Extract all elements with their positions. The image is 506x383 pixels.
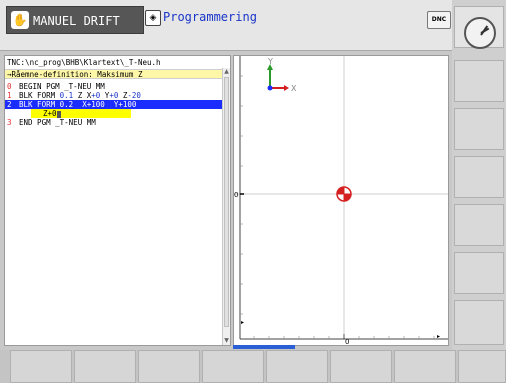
softkey-bottom-3[interactable] [138,350,200,383]
edit-diamond-icon: ◈ [145,10,161,26]
softkey-right-2[interactable] [454,108,504,150]
programming-mode-label[interactable]: Programmering [163,10,257,24]
ruler-zero-bottom: 0 [345,338,349,345]
ruler-zero-left: 0 [234,191,238,199]
softkey-bottom-8[interactable] [458,350,506,383]
program-line[interactable]: 1 BLK FORM 0.1 Z X+0 Y+0 Z-20 [5,91,224,100]
active-softkey-indicator [233,345,295,349]
bottom-softkey-bar [0,350,506,383]
softkey-bottom-2[interactable] [74,350,136,383]
scroll-down-icon[interactable]: ▼ [223,337,230,345]
clock-icon [464,17,496,49]
scroll-up-icon[interactable]: ▲ [223,68,230,76]
mode-label: MANUEL DRIFT [33,14,120,28]
program-line[interactable]: 0 BEGIN PGM _T-NEU MM [5,82,224,91]
program-lines: 0 BEGIN PGM _T-NEU MM 1 BLK FORM 0.1 Z X+0… [5,82,224,127]
svg-text:▸: ▸ [437,333,440,340]
right-softkey-column [452,0,506,350]
softkey-right-6[interactable] [454,300,504,345]
softkey-bottom-1[interactable] [10,350,72,383]
edit-input[interactable]: Z+0 [31,109,131,118]
softkey-bottom-5[interactable] [266,350,328,383]
edit-line[interactable]: Z+0 [5,109,224,118]
bottom-ruler-ticks [253,334,435,339]
program-line-selected[interactable]: 2 BLK FORM 0.2 X+100 Y+100 [5,100,224,109]
softkey-bottom-7[interactable] [394,350,456,383]
program-line[interactable]: 3 END PGM _T-NEU MM [5,118,224,127]
softkey-right-4[interactable] [454,204,504,246]
dnc-icon[interactable]: DNC [427,11,451,29]
axis-x-label: X [291,84,297,93]
softkey-bottom-4[interactable] [202,350,264,383]
softkey-right-1[interactable] [454,60,504,102]
mode-tab-manual[interactable]: ✋ MANUEL DRIFT [6,6,144,34]
graphic-canvas: 0 0 Y X ▸ ▸ [234,56,448,346]
vertical-scrollbar[interactable]: ▲ ▼ [222,68,230,345]
field-description: →Råemne-definition: Maksimum Z [5,69,224,79]
datum-marker-icon [336,186,352,202]
hand-icon: ✋ [11,11,29,29]
graphic-view[interactable]: 0 0 Y X ▸ ▸ [233,55,449,346]
text-cursor [56,110,61,118]
program-editor[interactable]: TNC:\nc_prog\BHB\Klartext\_T-Neu.h →Råem… [4,55,231,346]
axis-y-label: Y [267,57,273,66]
program-path: TNC:\nc_prog\BHB\Klartext\_T-Neu.h [7,58,161,67]
svg-text:▸: ▸ [241,319,244,326]
axis-triad-icon: Y X [267,57,297,93]
softkey-bottom-6[interactable] [330,350,392,383]
softkey-right-5[interactable] [454,252,504,294]
scroll-thumb[interactable] [224,77,229,327]
clock-softkey[interactable] [454,6,504,49]
softkey-right-3[interactable] [454,156,504,198]
